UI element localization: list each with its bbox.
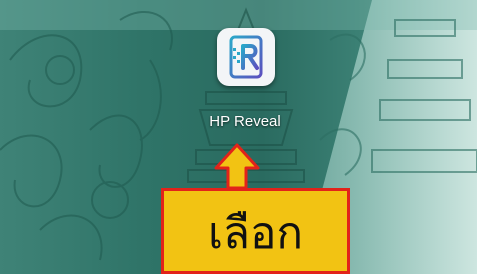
instruction-callout: เลือก [161, 188, 350, 274]
arrow-up-icon [214, 143, 260, 190]
hp-reveal-app-icon[interactable] [217, 28, 275, 86]
callout-text: เลือก [207, 208, 304, 259]
hp-reveal-logo-icon [229, 35, 263, 79]
app-label[interactable]: HP Reveal [170, 113, 320, 130]
